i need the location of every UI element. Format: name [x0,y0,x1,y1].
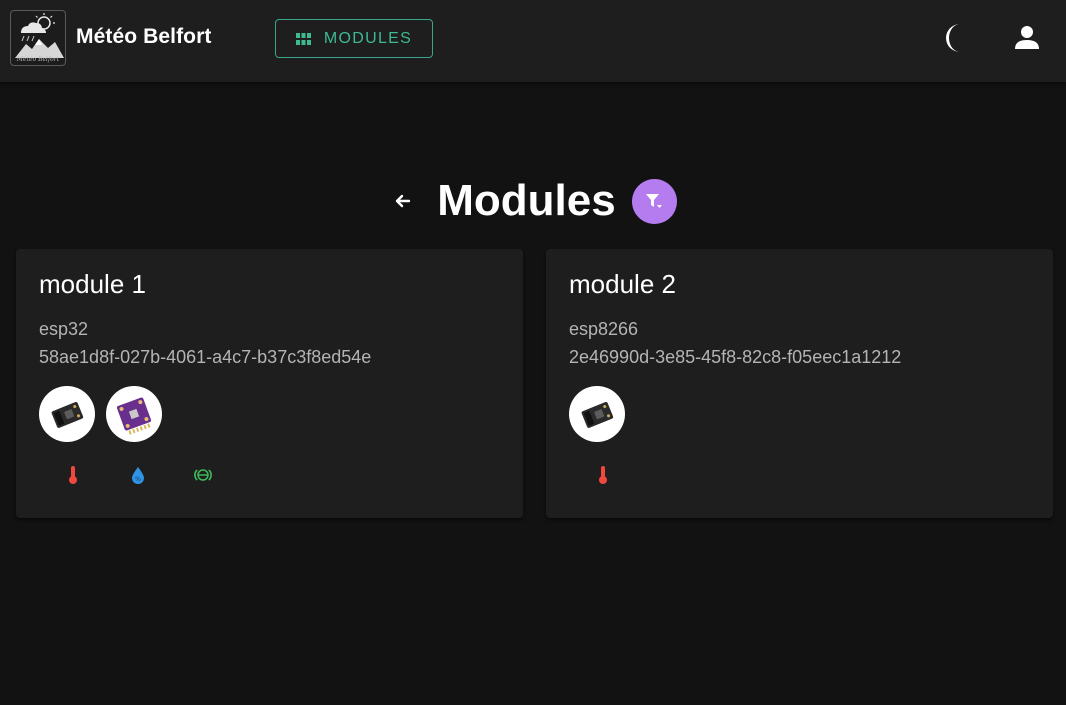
pressure-measure[interactable] [193,464,213,486]
measure-list [593,464,658,486]
sensor-list [39,386,173,442]
svg-text:%: % [135,476,141,483]
module-type: esp32 [39,319,89,339]
modules-nav-button[interactable]: MODULES [275,19,433,58]
sensor-board-icon [51,401,84,428]
thermometer-icon [599,466,607,484]
modules-nav-label: MODULES [323,29,413,47]
theme-toggle-button[interactable] [938,20,972,56]
water-drop-icon: % [132,467,144,484]
sensor-board-icon [581,401,614,428]
humidity-measure[interactable]: % [128,464,148,486]
temperature-measure[interactable] [593,464,613,486]
filter-icon [646,194,663,208]
module-name: module 2 [569,269,676,299]
back-button[interactable] [389,188,415,214]
account-button[interactable] [1011,22,1043,54]
arrow-left-icon [396,194,411,208]
account-icon [1015,26,1039,49]
page-title: Modules [437,176,616,225]
sensor-avatar-temperature-board[interactable] [39,386,95,442]
moon-icon [946,24,960,52]
module-name: module 1 [39,269,146,299]
grid-icon [295,32,311,45]
pressure-gauge-icon [194,469,212,481]
app-logo[interactable]: Météo Belfort [10,10,66,66]
thermometer-icon [69,466,77,484]
module-card[interactable]: module 2 esp8266 2e46990d-3e85-45f8-82c8… [546,249,1053,518]
module-id: 2e46990d-3e85-45f8-82c8-f05eec1a1212 [569,347,902,367]
filter-button[interactable] [631,178,677,224]
temperature-measure[interactable] [63,464,83,486]
module-type: esp8266 [569,319,639,339]
logo-caption: Météo Belfort [16,56,60,63]
sensor-list [569,386,636,442]
sensor-board-icon [116,397,152,435]
module-card[interactable]: module 1 esp32 58ae1d8f-027b-4061-a4c7-b… [16,249,523,518]
module-id: 58ae1d8f-027b-4061-a4c7-b37c3f8ed54e [39,347,372,367]
app-bar: Météo Belfort Météo Belfort MODULES [0,0,1066,82]
sensor-avatar-temperature-board[interactable] [569,386,625,442]
measure-list: % [63,464,258,486]
app-title[interactable]: Météo Belfort [76,25,211,49]
sensor-avatar-bme280-board[interactable] [106,386,162,442]
page-header: Modules [0,170,1066,232]
